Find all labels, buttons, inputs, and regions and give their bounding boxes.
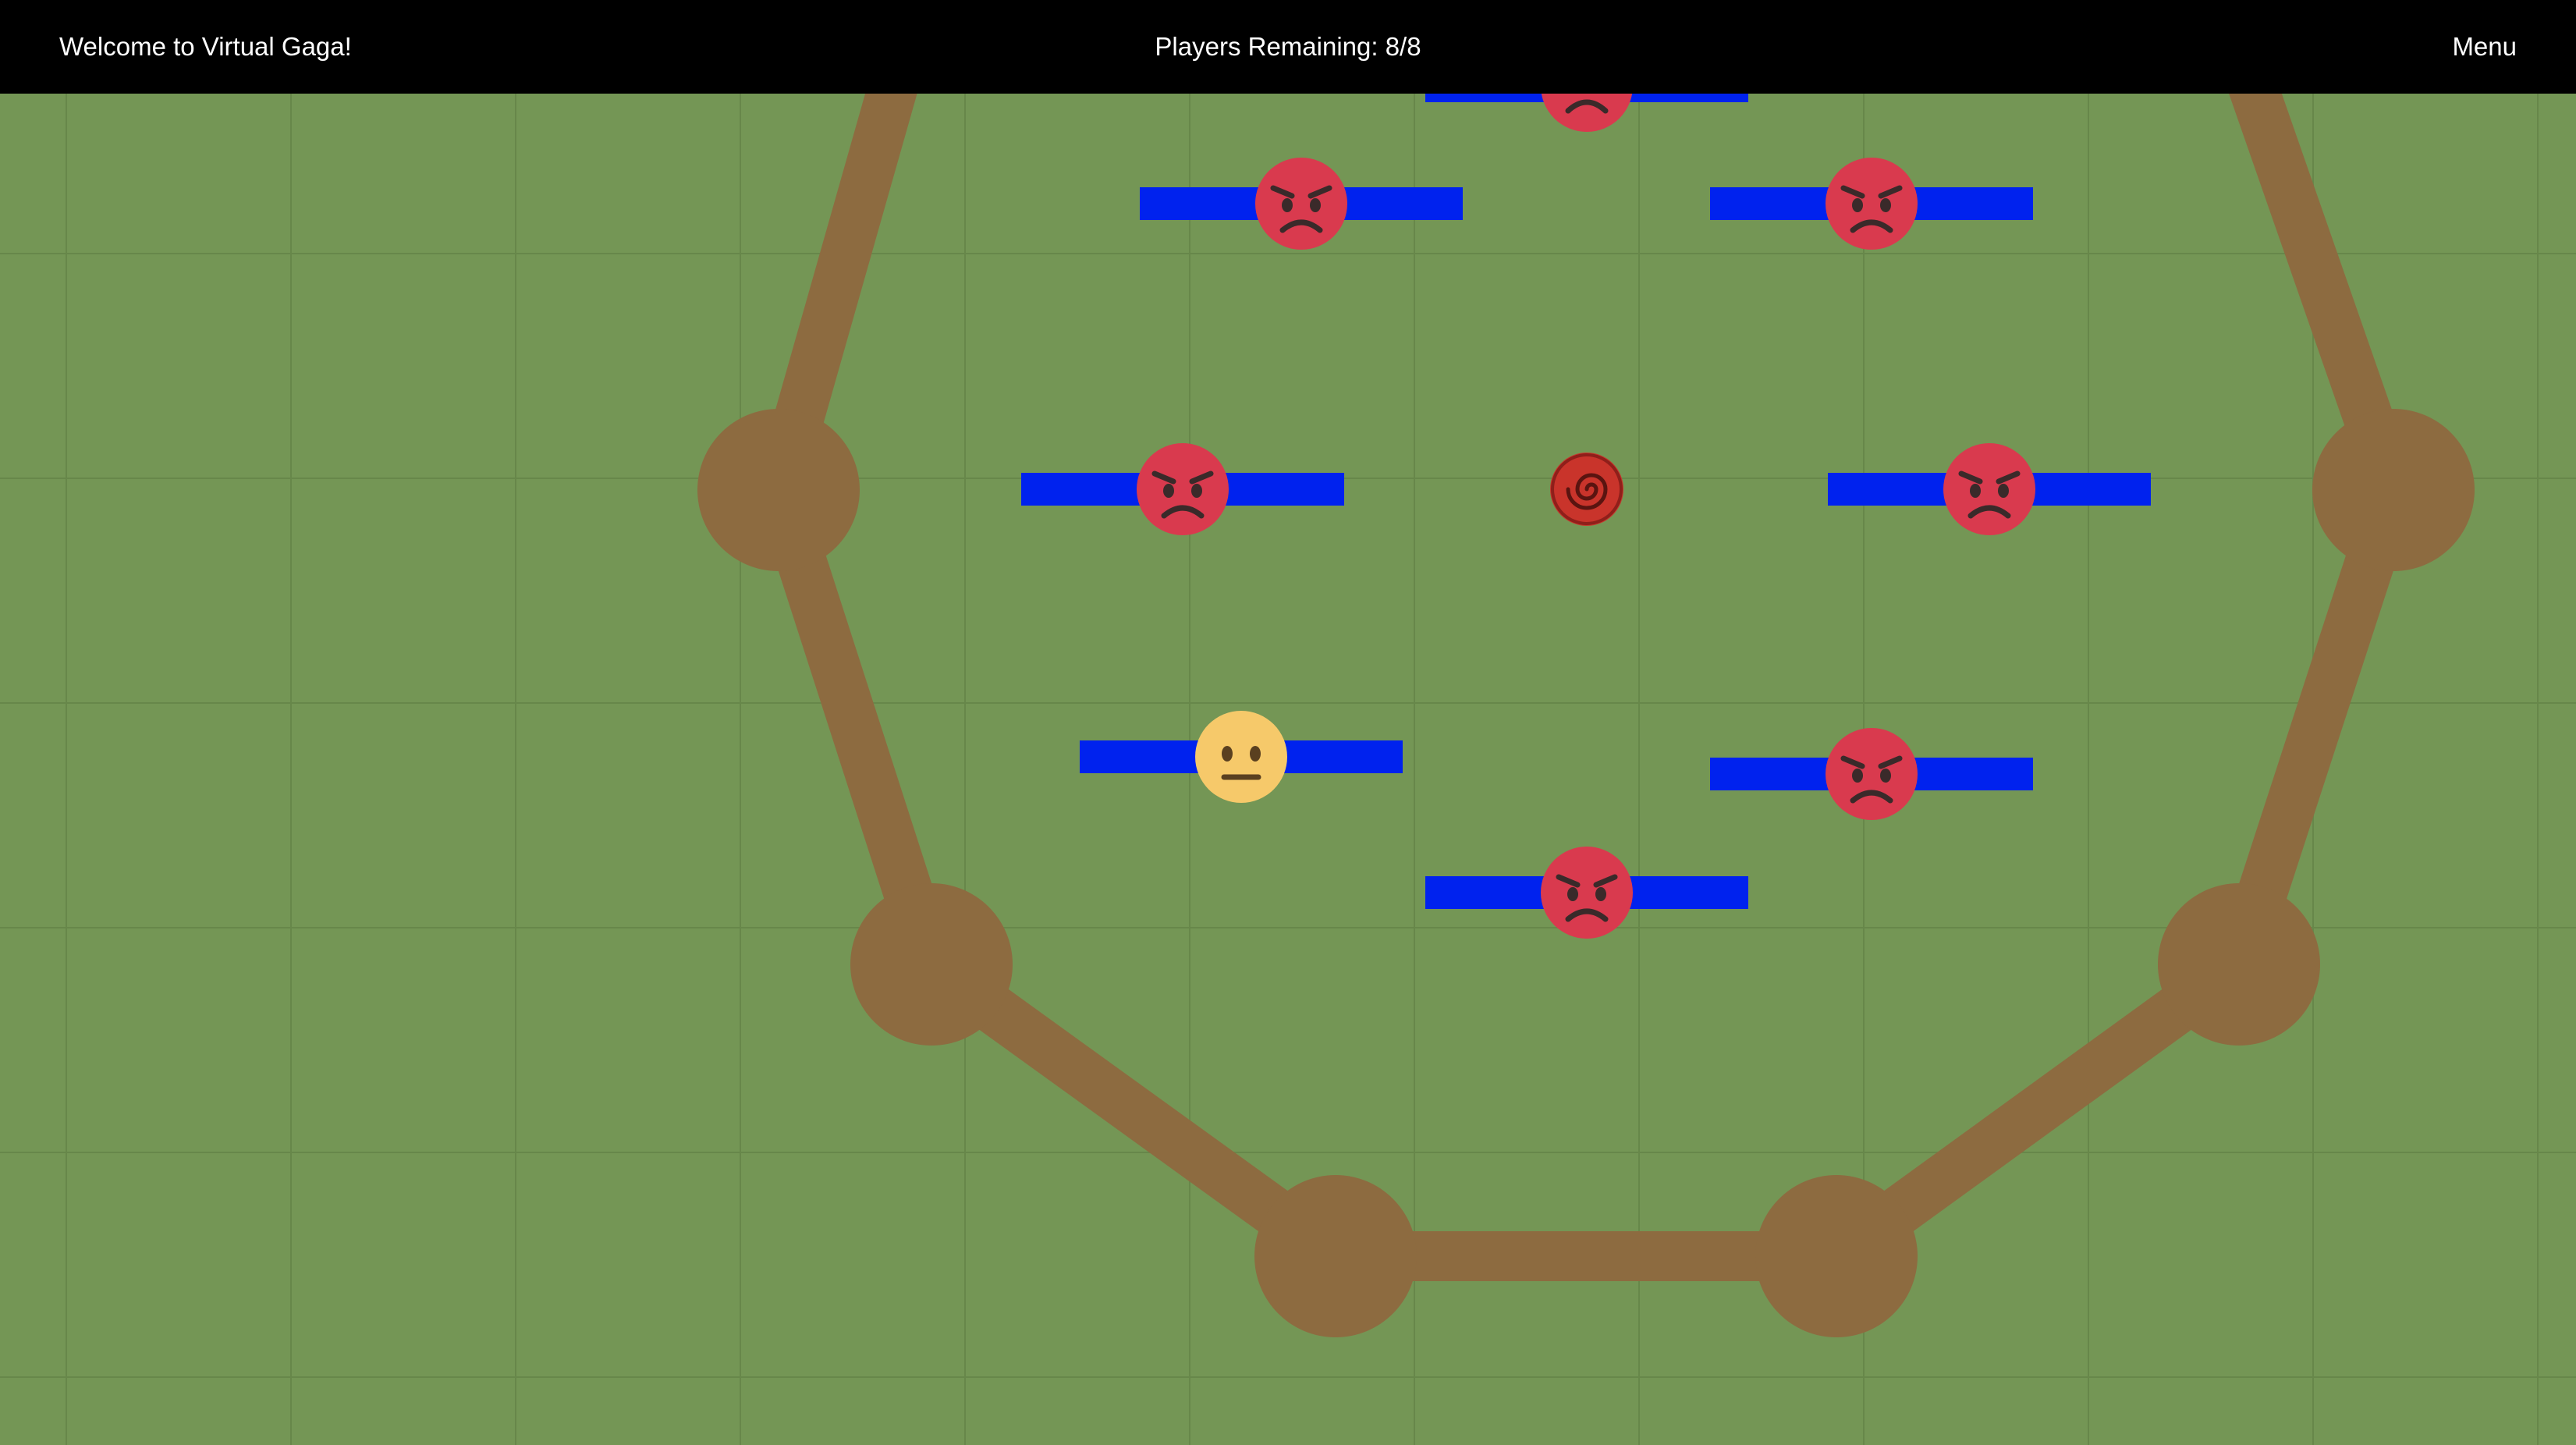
- angry-face-icon: [1826, 728, 1918, 820]
- angry-face-icon: [1137, 443, 1229, 535]
- angry-face-icon: [1541, 847, 1633, 939]
- angry-face-icon: [1943, 443, 2035, 535]
- top-bar: Welcome to Virtual Gaga! Players Remaini…: [0, 0, 2576, 94]
- wall-post-bottom-left: [1254, 1175, 1417, 1337]
- wall-post-bottom-right: [1755, 1175, 1918, 1337]
- wall-post-lower-right: [2158, 883, 2320, 1046]
- game-arena[interactable]: [0, 0, 2576, 1445]
- players-remaining-text: Players Remaining: 8/8: [1155, 32, 1421, 61]
- wall-post-lower-left: [850, 883, 1013, 1046]
- neutral-face-icon: [1195, 711, 1287, 803]
- game-screen: Welcome to Virtual Gaga! Players Remaini…: [0, 0, 2576, 1445]
- menu-button[interactable]: Menu: [2452, 0, 2517, 94]
- angry-face-icon: [1255, 158, 1347, 250]
- angry-face-icon: [1826, 158, 1918, 250]
- wall-post-right: [2312, 409, 2475, 571]
- welcome-text: Welcome to Virtual Gaga!: [59, 32, 352, 61]
- swirl-ball-icon[interactable]: [1550, 453, 1623, 526]
- wall-post-left: [697, 409, 860, 571]
